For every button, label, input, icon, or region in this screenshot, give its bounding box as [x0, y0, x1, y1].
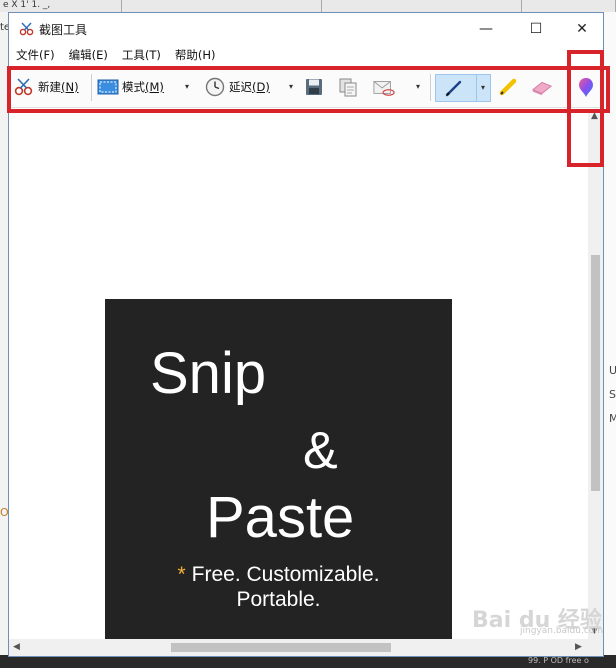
background-tab: e X 1' 1. _, — [0, 0, 122, 12]
toolbar-highlight-annotation — [7, 66, 610, 113]
menu-file[interactable]: 文件(F) — [16, 47, 55, 63]
background-tab — [522, 0, 616, 12]
promo-line-paste: Paste — [206, 485, 355, 550]
paint3d-highlight-annotation — [567, 50, 604, 167]
background-right-letter: S — [609, 388, 616, 401]
horizontal-scrollbar[interactable]: ◀ ▶ — [9, 639, 603, 656]
menu-bar: 文件(F) 编辑(E) 工具(T) 帮助(H) — [9, 45, 603, 65]
maximize-button[interactable]: ☐ — [513, 13, 559, 45]
menu-tools[interactable]: 工具(T) — [122, 47, 161, 63]
background-tab-strip: e X 1' 1. _, — [0, 0, 616, 12]
promo-star: * — [177, 563, 186, 586]
promo-image: Snip & Paste * Free. Customizable. Portab… — [105, 299, 452, 644]
promo-tagline: * Free. Customizable. — [177, 563, 380, 586]
menu-help[interactable]: 帮助(H) — [175, 47, 216, 63]
menu-edit[interactable]: 编辑(E) — [69, 47, 108, 63]
promo-line-snip: Snip — [150, 341, 267, 406]
background-tab — [122, 0, 322, 12]
scissors-snip-icon — [19, 22, 34, 36]
minimize-button[interactable]: — — [463, 13, 509, 45]
title-bar[interactable]: 截图工具 — ☐ ✕ — [9, 13, 603, 45]
close-button[interactable]: ✕ — [559, 13, 605, 45]
background-bottom-text: 99. P OD free o — [528, 656, 589, 665]
vertical-scrollbar[interactable]: ▲ ▼ — [588, 109, 603, 639]
background-right-letter: U — [609, 364, 616, 377]
promo-line-ampersand: & — [303, 422, 338, 480]
scroll-left-arrow-icon[interactable]: ◀ — [13, 642, 20, 652]
snip-canvas[interactable]: Snip & Paste * Free. Customizable. Portab… — [9, 109, 588, 644]
vertical-scroll-thumb[interactable] — [591, 255, 600, 491]
horizontal-scroll-thumb[interactable] — [171, 643, 391, 652]
scroll-right-arrow-icon[interactable]: ▶ — [575, 642, 582, 652]
background-right-letter: M — [609, 412, 616, 425]
window-title: 截图工具 — [39, 23, 88, 37]
background-tab — [322, 0, 522, 12]
promo-tagline-2: Portable. — [236, 588, 321, 611]
baidu-watermark-url: jingyan.baidu.com — [520, 626, 604, 636]
